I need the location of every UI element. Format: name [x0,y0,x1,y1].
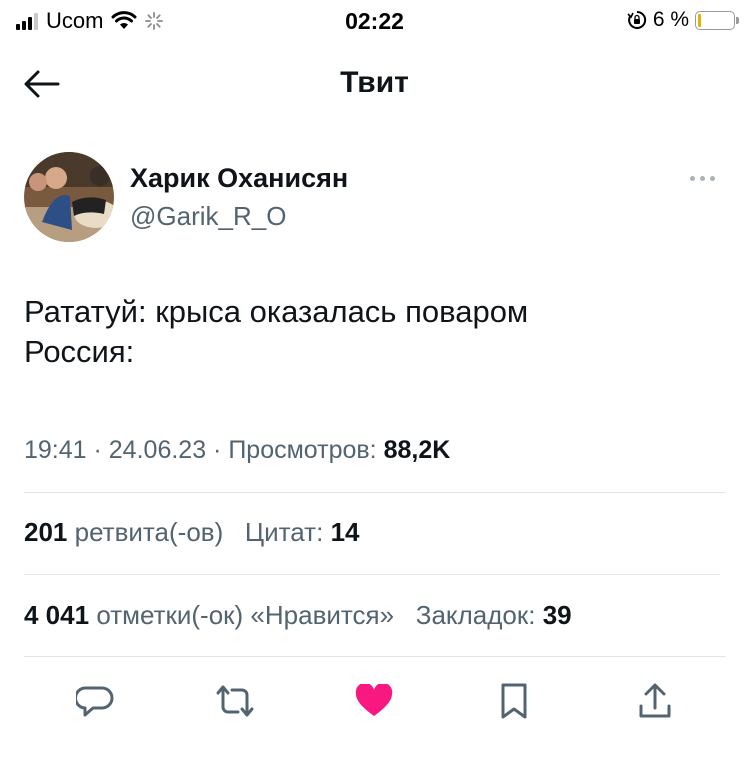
tweet-date[interactable]: 24.06.23 [109,436,206,464]
orientation-lock-icon [627,10,646,29]
battery-icon [695,10,739,30]
bookmark-icon[interactable] [498,682,530,720]
share-icon[interactable] [637,682,673,720]
reply-icon[interactable] [76,683,114,719]
divider [24,574,720,575]
bookmarks-label: Закладок: [415,600,536,630]
retweets-link[interactable]: 201 ретвита(-ов) [24,517,223,547]
quotes-link[interactable]: Цитат: 14 [245,517,360,547]
avatar[interactable] [24,152,114,242]
status-bar: Ucom 02:22 6 % [0,0,749,44]
battery-percent: 6 % [652,8,689,31]
more-icon[interactable] [690,170,722,186]
like-stats: 4 041 отметки(-ок) «Нравится» Закладок: … [24,600,572,631]
divider [24,656,726,657]
tweet-text-line: Рататуй: крыса оказалась поваром [24,294,529,329]
views-count: 88,2K [383,436,451,464]
author-name[interactable]: Харик Оханисян [130,163,348,194]
status-right: 6 % [627,8,739,32]
heart-icon[interactable] [355,684,393,718]
bookmarks-count: 39 [542,600,572,630]
bookmarks-link[interactable]: Закладок: 39 [416,600,572,630]
likes-label: отметки(-ок) «Нравится» [96,600,395,630]
retweet-icon[interactable] [214,683,256,719]
retweet-stats: 201 ретвита(-ов) Цитат: 14 [24,517,359,548]
quotes-count: 14 [330,517,360,547]
quotes-label: Цитат: [244,517,324,547]
tweet-time[interactable]: 19:41 [24,436,87,464]
retweets-label: ретвита(-ов) [74,517,224,547]
retweets-count: 201 [24,517,68,547]
tweet-text: Рататуй: крыса оказалась поваром Россия: [24,292,724,372]
page-title: Твит [340,66,409,99]
tweet-meta: 19:41 · 24.06.23 · Просмотров: 88,2K [24,436,451,464]
divider [24,492,726,493]
likes-link[interactable]: 4 041 отметки(-ок) «Нравится» [24,600,394,630]
author-handle[interactable]: @Garik_R_O [130,201,286,232]
tweet-text-line: Россия: [24,334,135,369]
views-label: Просмотров: [228,436,377,464]
likes-count: 4 041 [24,600,90,630]
